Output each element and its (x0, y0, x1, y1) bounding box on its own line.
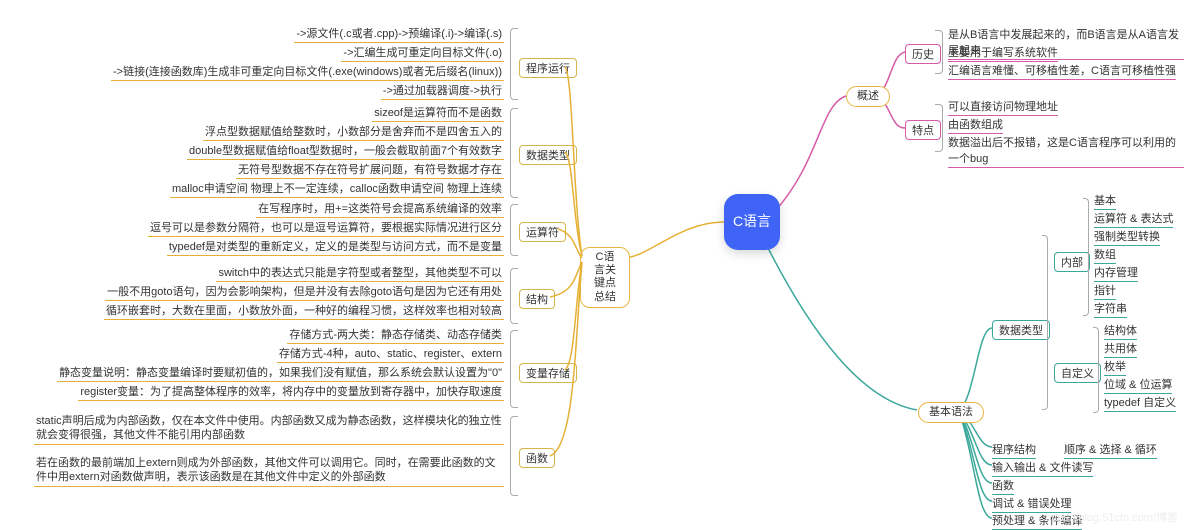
bracket-custom (1093, 327, 1099, 413)
syntax-io: 输入输出 & 文件读写 (992, 459, 1093, 477)
hub-op[interactable]: 运算符 (519, 222, 566, 242)
watermark: https://blog.51cto.com/博客 (1045, 509, 1178, 525)
store-0: 存储方式-两大类：静态存储类、动态存储类 (287, 326, 504, 344)
custom-4: typedef 自定义 (1104, 394, 1176, 412)
feature-item-0: 可以直接访问物理地址 (948, 98, 1058, 116)
bracket-op (510, 204, 518, 256)
store-2: 静态变量说明：静态变量编译时要赋初值的，如果我们没有赋值，那么系统会默认设置为"… (57, 364, 504, 382)
hub-run[interactable]: 程序运行 (519, 58, 577, 78)
syntax-struct: 程序结构 (992, 441, 1036, 459)
feature-item-2: 数据溢出后不报错，这是C语言程序可以利用的一个bug (948, 134, 1184, 168)
store-1: 存储方式-4种，auto、static、register、extern (277, 345, 504, 363)
run-2: ->链接(连接函数库)生成非可重定向目标文件(.exe(windows)或者无后… (111, 63, 504, 81)
syntax-func: 函数 (992, 477, 1014, 495)
kstruct-1: 一般不用goto语句，因为会影响架构，但是并没有去除goto语句是因为它还有用处 (105, 283, 504, 301)
primary-keypoints-label: C语言关 键点总结 (594, 251, 616, 303)
run-1: ->汇编生成可重定向目标文件(.o) (341, 44, 504, 62)
store-3: register变量：为了提高整体程序的效率，将内存中的变量放到寄存器中，加快存… (78, 383, 504, 401)
bracket-store (510, 330, 518, 408)
types-0: sizeof是运算符而不是函数 (372, 104, 504, 122)
run-3: ->通过加载器调度->执行 (381, 82, 504, 100)
primary-overview[interactable]: 概述 (846, 86, 890, 107)
hub-store[interactable]: 变量存储 (519, 363, 577, 383)
bracket-features (935, 104, 943, 152)
custom-1: 共用体 (1104, 340, 1137, 358)
kfunc-1: 若在函数的最前端加上extern则成为外部函数，其他文件可以调用它。同时，在需要… (34, 456, 504, 487)
inner-4: 内存管理 (1094, 264, 1138, 282)
inner-5: 指针 (1094, 282, 1116, 300)
types-1: 浮点型数据赋值给整数时，小数部分是舍弃而不是四舍五入的 (203, 123, 504, 141)
primary-keypoints[interactable]: C语言关 键点总结 (580, 247, 630, 308)
central-label: C语言 (733, 214, 771, 229)
hub-types[interactable]: 数据类型 (519, 145, 577, 165)
types-4: malloc申请空间 物理上不一定连续，calloc函数申请空间 物理上连续 (170, 180, 504, 198)
bracket-history (935, 30, 943, 74)
history-item-2: 汇编语言难懂、可移植性差，C语言可移植性强 (948, 62, 1176, 80)
feature-item-1: 由函数组成 (948, 116, 1003, 134)
run-0: ->源文件(.c或者.cpp)->预编译(.i)->编译(.s) (294, 25, 504, 43)
custom-2: 枚举 (1104, 358, 1126, 376)
types-2: double型数据赋值给float型数据时，一般会截取前面7个有效数字 (187, 142, 504, 160)
syntax-struct-note: 顺序 & 选择 & 循环 (1064, 441, 1157, 459)
hub-keystruct[interactable]: 结构 (519, 289, 555, 309)
primary-syntax[interactable]: 基本语法 (918, 402, 984, 423)
custom-3: 位域 & 位运算 (1104, 376, 1172, 394)
central-node[interactable]: C语言 (724, 194, 780, 250)
custom-0: 结构体 (1104, 322, 1137, 340)
bracket-keystruct (510, 268, 518, 324)
inner-2: 强制类型转换 (1094, 228, 1160, 246)
bracket-inner (1083, 198, 1089, 316)
op-1: 逗号可以是参数分隔符，也可以是逗号运算符，要根据实际情况进行区分 (148, 219, 504, 237)
kstruct-0: switch中的表达式只能是字符型或者整型，其他类型不可以 (216, 264, 504, 282)
inner-3: 数组 (1094, 246, 1116, 264)
kfunc-0: static声明后成为内部函数，仅在本文件中使用。内部函数又成为静态函数，这样模… (34, 414, 504, 445)
bracket-datatype (1042, 235, 1048, 410)
inner-6: 字符串 (1094, 300, 1127, 318)
op-0: 在写程序时，用+=这类符号会提高系统编译的效率 (256, 200, 504, 218)
inner-1: 运算符 & 表达式 (1094, 210, 1173, 228)
op-2: typedef是对类型的重新定义，定义的是类型与访问方式，而不是变量 (167, 238, 504, 256)
bracket-keyfunc (510, 416, 518, 496)
kstruct-2: 循环嵌套时，大数在里面，小数放外面，一种好的编程习惯，这样效率也相对较高 (104, 302, 504, 320)
types-3: 无符号型数据不存在符号扩展问题，有符号数据才存在 (236, 161, 504, 179)
history-item-1: 主要用于编写系统软件 (948, 44, 1058, 62)
hub-keyfunc[interactable]: 函数 (519, 448, 555, 468)
bracket-run (510, 28, 518, 100)
bracket-types (510, 108, 518, 198)
inner-0: 基本 (1094, 192, 1116, 210)
